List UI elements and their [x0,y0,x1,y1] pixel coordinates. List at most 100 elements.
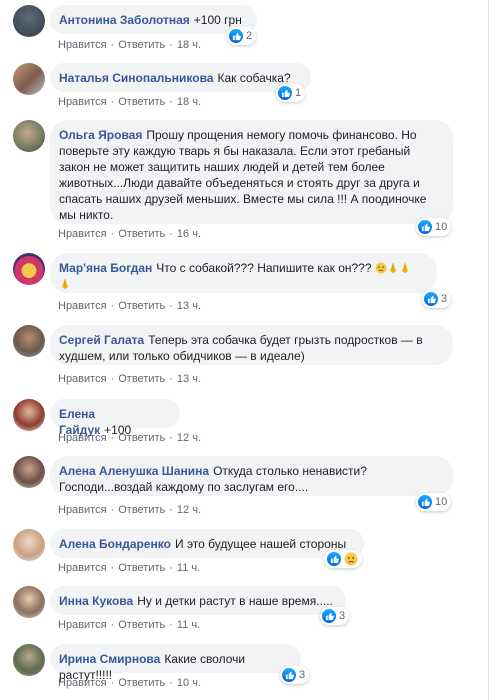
avatar[interactable] [13,253,45,285]
comment-text: Как собачка? [217,71,291,85]
comment-author[interactable]: Мар'яна Богдан [59,261,152,275]
reply-link[interactable]: Ответить [118,228,165,240]
reaction-count[interactable]: 3 [320,607,350,625]
comment-bubble: Мар'яна Богдан Что с собакой??? Напишите … [50,253,437,293]
comment-time[interactable]: 18 ч. [177,96,201,108]
like-link[interactable]: Нравится [58,39,107,51]
avatar[interactable] [13,529,45,561]
comment-bubble: Алена Бондаренко И это будущее нашей стор… [50,529,364,558]
reaction-count[interactable] [324,550,362,568]
avatar[interactable] [13,5,45,37]
reaction-count[interactable]: 3 [280,666,310,684]
comment-actions: Нравится · Ответить · 11 ч. [58,619,201,631]
comment-time[interactable]: 12 ч. [177,504,201,516]
comment-author[interactable]: Сергей Галата [59,333,144,347]
reaction-number: 10 [435,221,448,233]
like-link[interactable]: Нравится [58,677,107,689]
comment-author[interactable]: Инна Кукова [59,594,133,608]
comment-time[interactable]: 18 ч. [177,39,201,51]
like-link[interactable]: Нравится [58,619,107,631]
comment-author[interactable]: Алена Аленушка Шанина [59,464,209,478]
comment-bubble: Алена Аленушка Шанина Откуда столько нена… [50,456,453,496]
like-link[interactable]: Нравится [58,300,107,312]
comment-time[interactable]: 16 ч. [177,228,201,240]
avatar[interactable] [13,644,45,676]
reaction-count[interactable]: 3 [422,290,452,308]
reply-link[interactable]: Ответить [118,96,165,108]
reply-link[interactable]: Ответить [118,504,165,516]
praying-hands-icon [399,262,411,274]
avatar[interactable] [13,456,45,488]
like-link[interactable]: Нравится [58,504,107,516]
comment-bubble: Наталья Синопальникова Как собачка? [50,63,311,92]
comment-bubble: Ольга Яровая Прошу прощения немогу помочь… [50,120,453,224]
comment-bubble: Елена Гайдук +100 [50,399,180,437]
comment-author[interactable]: Алена Бондаренко [59,537,171,551]
comment-time[interactable]: 10 ч. [177,677,201,689]
reply-link[interactable]: Ответить [118,619,165,631]
comment-text: Прошу прощения немогу помочь финансово. … [59,128,427,222]
reaction-count[interactable]: 2 [227,27,257,45]
reaction-count[interactable]: 10 [416,218,452,236]
sad-face-icon [344,552,358,566]
like-icon [322,609,336,623]
like-link[interactable]: Нравится [58,373,107,385]
comment-time[interactable]: 13 ч. [177,300,201,312]
comment-actions: Нравится · Ответить · 10 ч. [58,677,202,689]
like-link[interactable]: Нравится [58,228,107,240]
like-icon [278,86,292,100]
comment-actions: Нравится · Ответить · 16 ч. [58,228,202,240]
reply-link[interactable]: Ответить [118,373,165,385]
like-link[interactable]: Нравится [58,562,107,574]
comment-bubble: Антонина Заболотная +100 грн [50,5,257,34]
avatar[interactable] [13,399,45,431]
comment-actions: Нравится · Ответить · 13 ч. [58,300,202,312]
comment-bubble: Сергей Галата Теперь эта собачка будет гр… [50,325,453,365]
comment-time[interactable]: 13 ч. [177,373,201,385]
reaction-count[interactable]: 10 [416,493,452,511]
comment-text: +100 грн [193,13,242,27]
like-icon [282,668,296,682]
comment-text: Что с собакой??? Напишите как он??? [156,261,372,275]
comment-actions: Нравится · Ответить · 12 ч. [58,504,202,516]
sad-face-icon [375,262,387,274]
avatar[interactable] [13,586,45,618]
comment-bubble: Инна Кукова Ну и детки растут в наше врем… [50,586,346,615]
reaction-count[interactable]: 1 [276,84,306,102]
reply-link[interactable]: Ответить [118,562,165,574]
comment-time[interactable]: 11 ч. [177,619,200,631]
comment-actions: Нравится · Ответить · 18 ч. [58,39,202,51]
like-icon [327,552,341,566]
comment-time[interactable]: 12 ч. [177,432,201,444]
like-icon [418,220,432,234]
like-icon [424,292,438,306]
reply-link[interactable]: Ответить [118,677,165,689]
like-link[interactable]: Нравится [58,96,107,108]
reaction-number: 10 [435,496,448,508]
reply-link[interactable]: Ответить [118,432,165,444]
avatar[interactable] [13,325,45,357]
comment-author[interactable]: Наталья Синопальникова [59,71,213,85]
comment-text: И это будущее нашей стороны [174,537,347,551]
comment-actions: Нравится · Ответить · 12 ч. [58,432,202,444]
comment-author[interactable]: Ольга Яровая [59,128,142,142]
praying-hands-icon [59,278,71,290]
comment-actions: Нравится · Ответить · 13 ч. [58,373,202,385]
avatar[interactable] [13,63,45,95]
reply-link[interactable]: Ответить [118,39,165,51]
reaction-number: 1 [295,87,302,99]
comment-author[interactable]: Ирина Смирнова [59,652,160,666]
like-icon [418,495,432,509]
reaction-number: 3 [299,669,306,681]
like-link[interactable]: Нравится [58,432,107,444]
comment-actions: Нравится · Ответить · 11 ч. [58,562,201,574]
reaction-number: 3 [339,610,346,622]
comment-time[interactable]: 11 ч. [177,562,200,574]
reaction-number: 3 [441,293,448,305]
comment-bubble: Ирина Смирнова Какие сволочи растут!!!!! [50,644,301,682]
comment-author[interactable]: Антонина Заболотная [59,13,190,27]
like-icon [229,29,243,43]
reaction-number: 2 [246,30,253,42]
avatar[interactable] [13,120,45,152]
reply-link[interactable]: Ответить [118,300,165,312]
